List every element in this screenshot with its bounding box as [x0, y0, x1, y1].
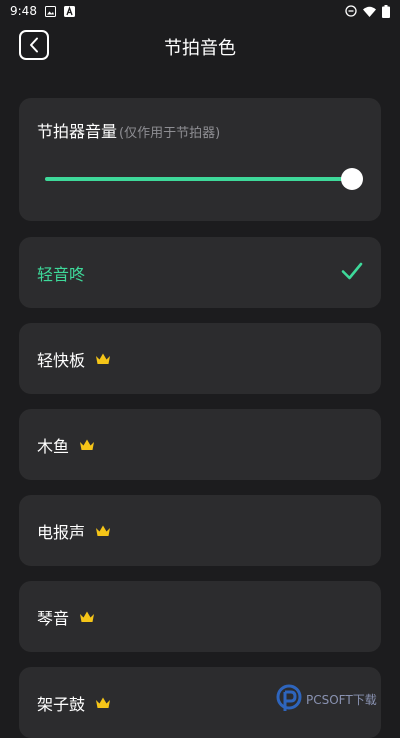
sound-item-label: 琴音	[37, 608, 70, 628]
sound-item-label: 轻音咚	[37, 264, 86, 284]
volume-heading: 节拍器音量 (仅作用于节拍器)	[37, 118, 363, 142]
volume-slider[interactable]	[45, 168, 363, 190]
watermark-logo-icon	[276, 684, 302, 714]
page-title: 节拍音色	[164, 38, 236, 59]
battery-icon	[382, 4, 390, 18]
volume-title: 节拍器音量	[37, 122, 118, 141]
status-left: 9:48	[10, 4, 75, 18]
sound-item[interactable]: 轻音咚	[19, 237, 381, 308]
status-bar: 9:48	[0, 0, 400, 22]
image-notification-icon	[44, 5, 56, 17]
sound-item[interactable]: 木鱼	[19, 409, 381, 480]
volume-card: 节拍器音量 (仅作用于节拍器)	[19, 98, 381, 221]
crown-icon	[95, 524, 111, 538]
sound-item[interactable]: 电报声	[19, 495, 381, 566]
status-time: 9:48	[10, 4, 37, 18]
header: 节拍音色	[0, 22, 400, 72]
app-notification-icon	[63, 5, 75, 17]
back-button[interactable]	[19, 30, 49, 60]
sound-item-label: 木鱼	[37, 436, 70, 456]
wifi-icon	[363, 6, 376, 17]
watermark-text: PCSOFT下载	[306, 692, 377, 707]
crown-icon	[79, 438, 95, 452]
checkmark-icon	[341, 261, 363, 281]
do-not-disturb-icon	[345, 5, 357, 17]
sound-item[interactable]: 琴音	[19, 581, 381, 652]
watermark: PCSOFT下载	[276, 684, 377, 714]
slider-thumb[interactable]	[341, 168, 363, 190]
sound-item[interactable]: 轻快板	[19, 323, 381, 394]
sound-item-label: 轻快板	[37, 350, 86, 370]
crown-icon	[95, 696, 111, 710]
slider-fill	[45, 177, 352, 181]
crown-icon	[79, 610, 95, 624]
sound-item-label: 架子鼓	[37, 694, 86, 714]
chevron-left-icon	[29, 37, 39, 53]
status-right	[345, 4, 390, 18]
sound-item-label: 电报声	[37, 522, 86, 542]
crown-icon	[95, 352, 111, 366]
volume-note: (仅作用于节拍器)	[119, 126, 221, 141]
